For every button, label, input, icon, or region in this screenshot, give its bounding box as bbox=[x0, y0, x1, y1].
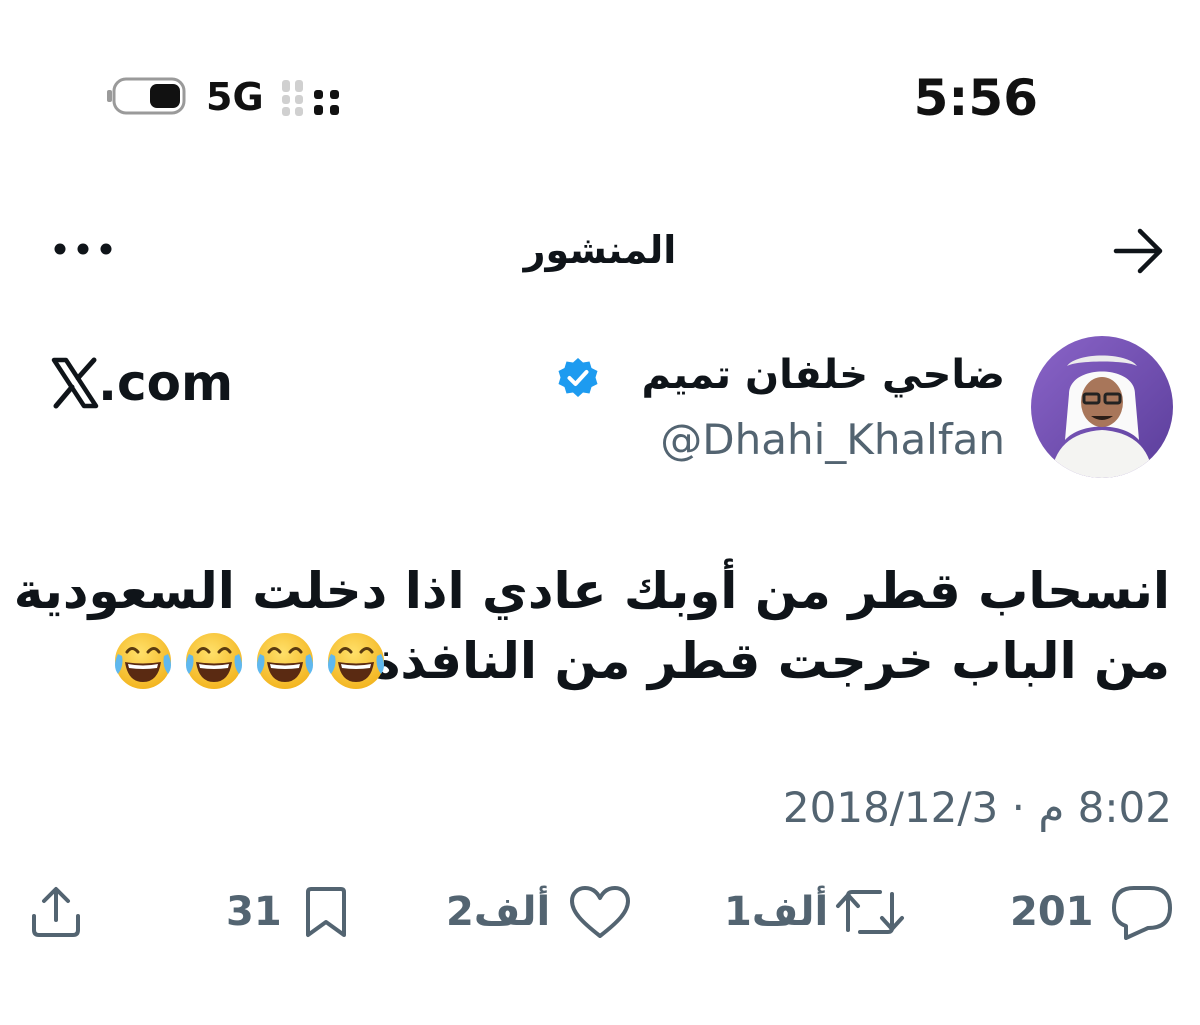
reply-icon bbox=[1112, 886, 1172, 940]
avatar[interactable] bbox=[1031, 336, 1173, 478]
status-time: 5:56 bbox=[913, 69, 1038, 127]
reply-count: 201 bbox=[1010, 889, 1094, 935]
face-with-tears-of-joy-icon bbox=[113, 631, 386, 691]
like-button[interactable]: 2ألف bbox=[440, 880, 640, 944]
bookmark-count: 31 bbox=[226, 889, 282, 935]
page-title: المنشور bbox=[523, 228, 677, 272]
cellular-signal-icon bbox=[282, 80, 339, 116]
heart-icon bbox=[570, 886, 630, 938]
repost-count: 1ألف bbox=[724, 889, 829, 935]
battery-icon bbox=[107, 77, 186, 115]
x-logo-icon bbox=[51, 357, 99, 409]
post-timestamp[interactable]: 8:02 م · 2018/12/3 bbox=[783, 780, 1172, 836]
share-icon bbox=[32, 887, 80, 937]
verified-badge-icon bbox=[558, 358, 598, 397]
repost-icon bbox=[836, 890, 904, 934]
share-button[interactable] bbox=[28, 880, 88, 944]
post-screen: 5G 5:56 المنشور ضاحي خلفان تميم @Dhahi_K… bbox=[0, 0, 1200, 1025]
post-line: انسحاب قطر من أوبك عادي اذا دخلت السعودي… bbox=[13, 562, 1170, 620]
author-handle[interactable]: @Dhahi_Khalfan bbox=[660, 413, 1005, 467]
clipped-next-section bbox=[0, 1008, 1200, 1025]
author-display-name[interactable]: ضاحي خلفان تميم bbox=[642, 347, 1005, 403]
network-type-label: 5G bbox=[206, 75, 264, 119]
source-domain: .com bbox=[98, 354, 234, 412]
repost-button[interactable]: 1ألف bbox=[720, 880, 920, 944]
bookmark-icon bbox=[306, 887, 346, 937]
like-count: 2ألف bbox=[446, 889, 551, 935]
ellipsis-icon[interactable] bbox=[52, 232, 114, 266]
bookmark-button[interactable]: 31 bbox=[222, 880, 362, 944]
reply-button[interactable]: 201 bbox=[1008, 880, 1178, 944]
arrow-right-icon[interactable] bbox=[1112, 226, 1166, 276]
